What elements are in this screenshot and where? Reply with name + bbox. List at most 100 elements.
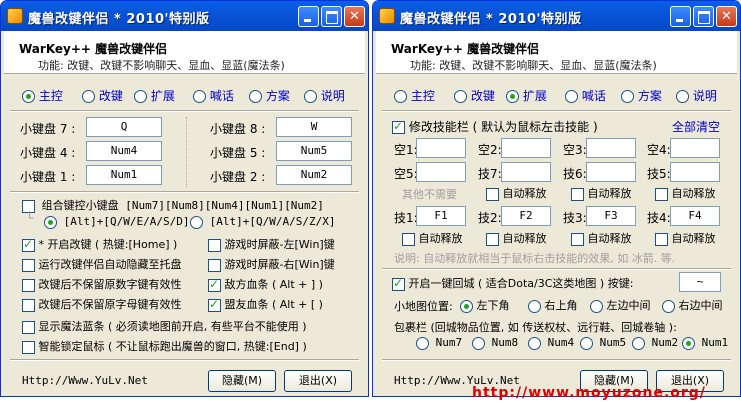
tab-extend[interactable]: 扩展 [134,87,175,104]
maximize-button[interactable] [321,6,342,27]
combo-numpad-checkbox[interactable]: 组合键控小键盘 [Num7][Num8][Num4][Num1][Num2] [22,197,324,213]
combo-option-2[interactable]: [Alt]+[Q/W/A/S/Z/X] [190,215,335,229]
tab-help[interactable]: 说明 [304,87,345,104]
block-right-win-checkbox[interactable]: 游戏时屏蔽-右[Win]键 [208,256,335,272]
checkbox-icon [208,258,221,272]
minimap-top-right[interactable]: 右上角 [528,297,578,313]
slot-label: 技5: [647,167,671,181]
tree-connector: └ [26,211,34,225]
radio-icon [676,90,689,103]
skill3-field[interactable]: F3 [586,206,636,226]
tab-extend[interactable]: 扩展 [506,87,547,104]
numpad5-field[interactable]: Num5 [276,141,352,161]
auto-release-checkbox[interactable]: 自动释放 [571,230,632,246]
hide-button[interactable]: 隐藏(M) [208,370,276,392]
skill2-field[interactable]: F2 [501,206,551,226]
minimize-button[interactable] [670,6,691,27]
block-left-win-checkbox[interactable]: 游戏时屏蔽-左[Win]键 [208,236,335,252]
numpad-label: 小键盘 7 : [20,122,76,136]
bag-num2[interactable]: Num2 [632,336,678,350]
auto-release-checkbox[interactable]: 自动释放 [402,230,463,246]
bag-num7[interactable]: Num7 [416,336,462,350]
keep-digit-keys-checkbox[interactable]: 改键后不保留原数字键有效性 [22,276,182,292]
close-button[interactable]: ✕ [716,6,737,27]
enemy-hp-bar-checkbox[interactable]: 敌方血条 ( Alt + ] ) [208,276,323,292]
checkbox-icon [22,258,35,272]
slot-field[interactable] [586,162,636,182]
tab-main[interactable]: 主控 [22,87,63,104]
checkbox-icon [655,232,668,246]
keep-letter-keys-checkbox[interactable]: 改键后不保留原字母键有效性 [22,296,182,312]
bag-num5[interactable]: Num5 [580,336,626,350]
not-needed-label: 其他不需要 [402,188,457,201]
numpad8-field[interactable]: W [276,117,352,137]
divider [10,191,359,193]
modify-skillbar-checkbox[interactable]: 修改技能栏 ( 默认为鼠标左击技能 ) [392,118,598,135]
auto-hide-tray-checkbox[interactable]: 运行改键伴侣自动隐藏至托盘 [22,256,182,272]
clear-all-link[interactable]: 全部清空 [672,118,720,135]
auto-release-checkbox[interactable]: 自动释放 [486,185,547,201]
numpad-label: 小键盘 8 : [210,122,266,136]
slot-field[interactable] [416,162,466,182]
radio-icon [190,215,203,229]
slot-field[interactable] [501,138,551,158]
show-mana-bar-checkbox[interactable]: 显示魔法蓝条 ( 必须读地图前开启, 有些平台不能使用 ) [22,318,307,334]
skill4-field[interactable]: F4 [670,206,720,226]
tab-scheme[interactable]: 方案 [621,87,662,104]
tab-remap[interactable]: 改键 [82,87,123,104]
numpad1-field[interactable]: Num1 [86,165,162,185]
radio-icon [304,90,317,103]
tab-shout[interactable]: 喊话 [193,87,234,104]
tab-scheme[interactable]: 方案 [249,87,290,104]
enable-remap-checkbox[interactable]: * 开启改键 ( 热键:[Home] ) [22,236,177,252]
minimize-button[interactable] [298,6,319,27]
minimap-left-middle[interactable]: 左边中间 [590,297,651,313]
auto-release-checkbox[interactable]: 自动释放 [486,230,547,246]
one-key-return-checkbox[interactable]: 开启一键回城 ( 适合Dota/3C这类地图 ) 按键: [392,275,633,291]
radio-icon [44,215,57,229]
numpad4-field[interactable]: Num4 [86,141,162,161]
slot-field[interactable] [670,138,720,158]
tab-shout[interactable]: 喊话 [565,87,606,104]
minimap-bottom-left[interactable]: 左下角 [460,297,510,313]
skill-label: 技4: [647,211,671,225]
combo-option-1[interactable]: [Alt]+[Q/W/E/A/S/D] [44,215,189,229]
bag-num8[interactable]: Num8 [472,336,518,350]
ally-hp-bar-checkbox[interactable]: 盟友血条 ( Alt + [ ) [208,296,323,312]
maximize-button[interactable] [693,6,714,27]
numpad7-field[interactable]: Q [86,117,162,137]
radio-icon [22,90,35,103]
minimap-right-middle[interactable]: 右边中间 [662,297,723,313]
skill-label: 技1: [394,211,418,225]
slot-field[interactable] [416,138,466,158]
exit-button[interactable]: 退出(X) [284,370,352,392]
slot-field[interactable] [670,162,720,182]
title-bar[interactable]: 魔兽改键伴侣 * 2010'特别版 ✕ [1,1,368,31]
checkbox-icon [486,187,499,201]
checkbox-icon [22,298,35,312]
auto-release-checkbox[interactable]: 自动释放 [655,185,716,201]
radio-icon [580,336,593,350]
return-hotkey-field[interactable]: ~ [679,272,721,292]
auto-release-checkbox[interactable]: 自动释放 [571,185,632,201]
title-bar[interactable]: 魔兽改键伴侣 * 2010'特别版 ✕ [373,1,740,31]
divider [382,359,731,361]
skill1-field[interactable]: F1 [416,206,466,226]
bag-num4[interactable]: Num4 [528,336,574,350]
auto-release-checkbox[interactable]: 自动释放 [655,230,716,246]
divider [10,359,359,361]
slot-field[interactable] [586,138,636,158]
main-control-window: 魔兽改键伴侣 * 2010'特别版 ✕ WarKey++ 魔兽改键伴侣 功能: … [0,0,369,397]
slot-field[interactable] [501,162,551,182]
tab-remap[interactable]: 改键 [454,87,495,104]
lock-mouse-checkbox[interactable]: 智能锁定鼠标 ( 不让鼠标跑出魔兽的窗口, 热键:[End] ) [22,338,307,354]
close-button[interactable]: ✕ [344,6,365,27]
radio-icon [82,90,95,103]
numpad2-field[interactable]: Num2 [276,165,352,185]
radio-icon [454,90,467,103]
slot-label: 空3: [563,143,587,157]
bag-num1[interactable]: Num1 [682,336,728,350]
checkbox-icon [571,187,584,201]
tab-main[interactable]: 主控 [394,87,435,104]
tab-help[interactable]: 说明 [676,87,717,104]
